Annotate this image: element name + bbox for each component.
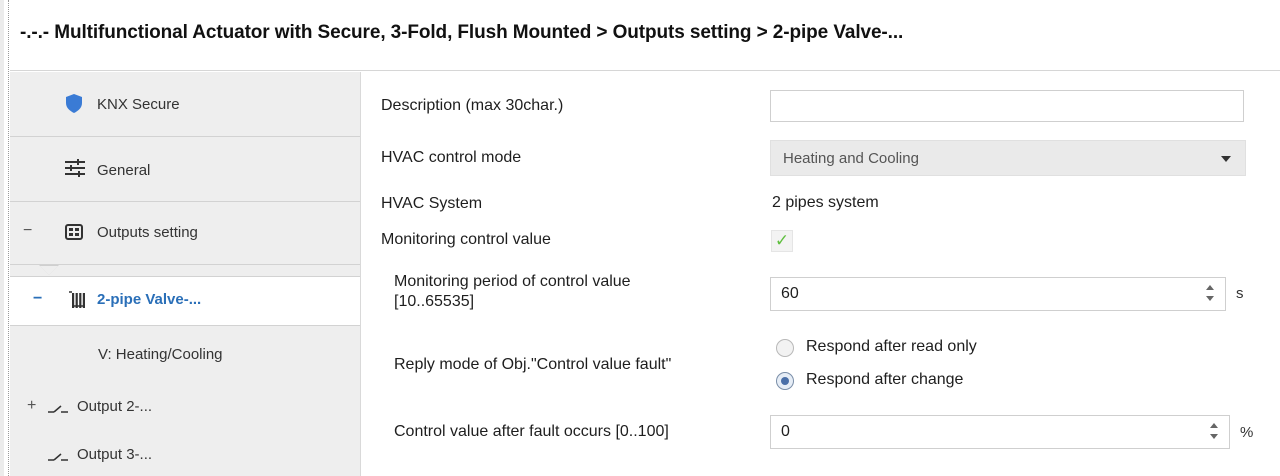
description-label: Description (max 30char.) bbox=[381, 97, 564, 114]
hvac-mode-value: Heating and Cooling bbox=[783, 150, 919, 167]
fault-value-input[interactable]: 0 bbox=[770, 415, 1230, 449]
description-input[interactable] bbox=[770, 90, 1244, 122]
grid-icon bbox=[65, 224, 83, 244]
reply-mode-option-read[interactable] bbox=[776, 339, 794, 357]
window-dotted-border bbox=[8, 0, 9, 476]
monitoring-period-value: 60 bbox=[781, 285, 799, 302]
monitoring-label: Monitoring control value bbox=[381, 231, 551, 248]
monitoring-period-label: Monitoring period of control value [10..… bbox=[394, 273, 631, 310]
switch-icon bbox=[48, 402, 68, 419]
hvac-mode-label: HVAC control mode bbox=[381, 149, 522, 166]
sidebar-item-label: KNX Secure bbox=[97, 96, 180, 113]
parameter-panel: Description (max 30char.) HVAC control m… bbox=[361, 72, 1280, 476]
radiator-icon bbox=[68, 291, 88, 313]
sidebar-item-label: 2-pipe Valve-... bbox=[97, 291, 202, 308]
fault-value-unit: % bbox=[1240, 424, 1254, 441]
sidebar-item-2-pipe-valve[interactable]: − 2-pipe Valve-... bbox=[10, 276, 360, 326]
reply-mode-option-change[interactable] bbox=[776, 372, 794, 390]
spinner-arrows-icon[interactable] bbox=[1205, 283, 1215, 305]
hvac-system-label: HVAC System bbox=[381, 195, 483, 212]
dropdown-arrow-icon bbox=[1221, 156, 1231, 162]
hvac-mode-select[interactable]: Heating and Cooling bbox=[770, 140, 1246, 176]
sidebar-item-outputs-setting[interactable]: − Outputs setting bbox=[10, 202, 360, 265]
sidebar-item-general[interactable]: General bbox=[10, 137, 360, 202]
hvac-system-value: 2 pipes system bbox=[772, 194, 879, 211]
sidebar-item-label: Outputs setting bbox=[97, 224, 198, 241]
sidebar: KNX Secure General − Outputs setting − 2… bbox=[10, 72, 361, 476]
monitoring-period-input[interactable]: 60 bbox=[770, 277, 1226, 311]
tree-pointer-fill bbox=[40, 266, 58, 275]
sidebar-item-heating-cooling[interactable]: V: Heating/Cooling bbox=[10, 332, 360, 382]
sidebar-item-label: Output 3-... bbox=[77, 446, 153, 463]
fault-value-label: Control value after fault occurs [0..100… bbox=[394, 423, 669, 440]
page-title: -.-.- Multifunctional Actuator with Secu… bbox=[20, 22, 904, 43]
header-divider bbox=[10, 70, 1280, 71]
spinner-arrows-icon[interactable] bbox=[1209, 421, 1219, 443]
reply-mode-option-read-label: Respond after read only bbox=[806, 338, 977, 355]
monitoring-checkbox[interactable]: ✓ bbox=[771, 230, 793, 252]
sidebar-item-label: General bbox=[97, 162, 151, 179]
fault-value-value: 0 bbox=[781, 423, 790, 440]
sidebar-item-label: V: Heating/Cooling bbox=[98, 346, 223, 363]
switch-icon bbox=[48, 450, 68, 467]
window-left-edge bbox=[0, 0, 4, 476]
collapse-icon[interactable]: − bbox=[23, 222, 32, 240]
sliders-icon bbox=[65, 159, 85, 181]
monitoring-period-unit: s bbox=[1236, 285, 1244, 302]
sidebar-item-knx-secure[interactable]: KNX Secure bbox=[10, 72, 360, 137]
sidebar-item-output-2[interactable]: + Output 2-... bbox=[10, 384, 360, 434]
reply-mode-label: Reply mode of Obj."Control value fault" bbox=[394, 356, 672, 373]
sidebar-item-label: Output 2-... bbox=[77, 398, 153, 415]
shield-icon bbox=[66, 94, 82, 117]
sidebar-item-output-3[interactable]: Output 3-... bbox=[10, 436, 360, 476]
expand-icon[interactable]: + bbox=[27, 397, 36, 415]
collapse-icon[interactable]: − bbox=[33, 290, 42, 308]
reply-mode-option-change-label: Respond after change bbox=[806, 371, 964, 388]
